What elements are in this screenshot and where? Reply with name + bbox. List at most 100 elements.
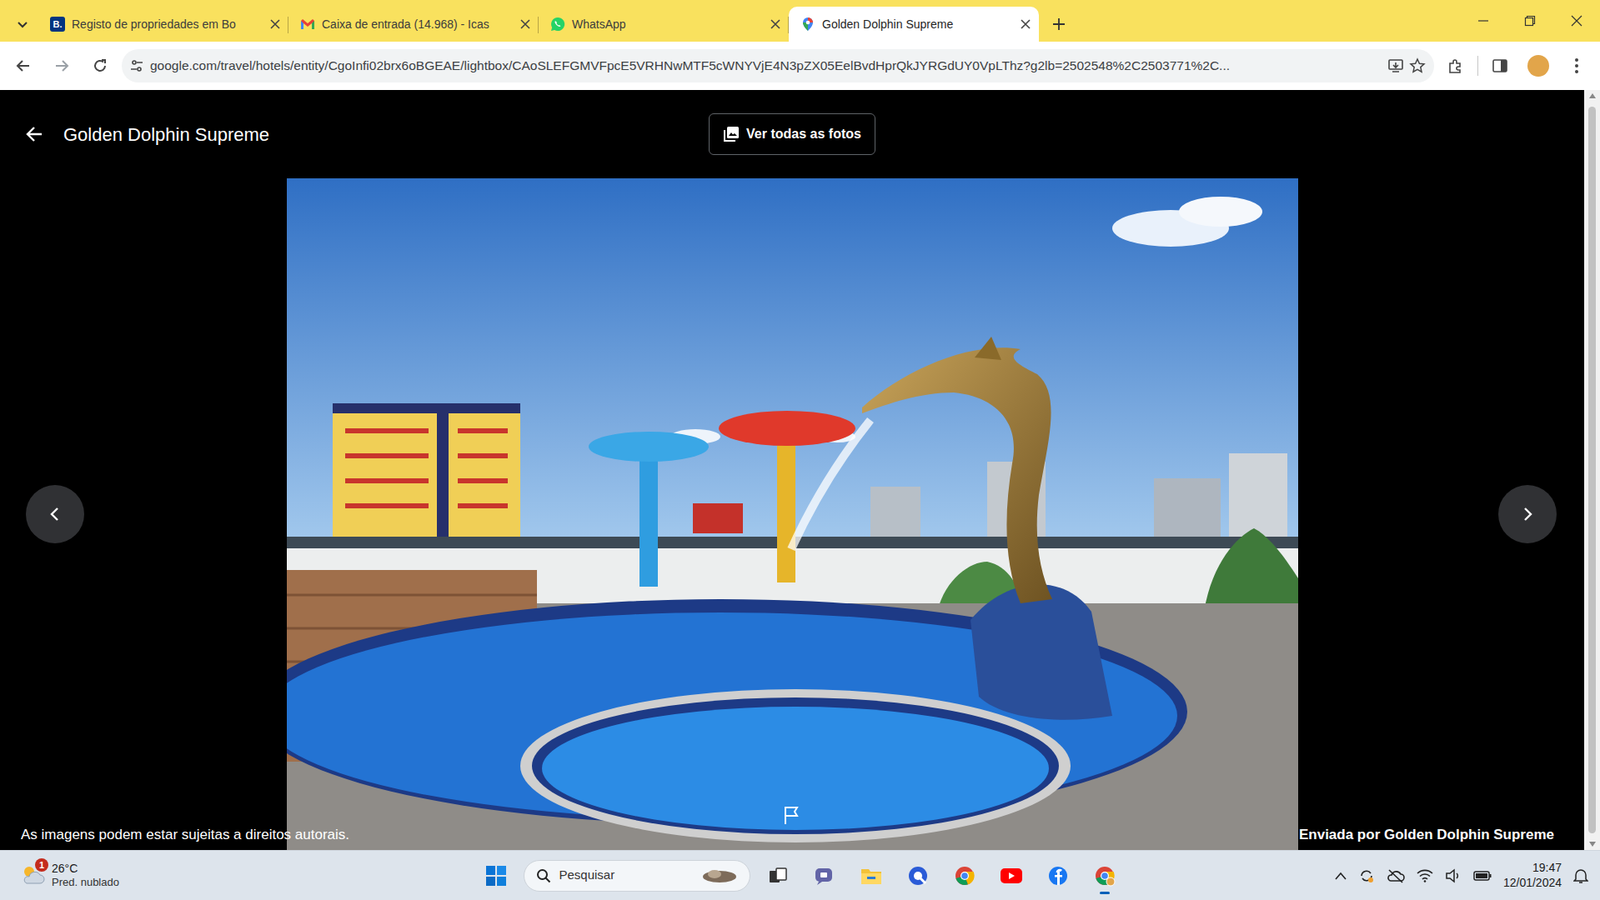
side-panel-icon [1491,57,1509,75]
search-label: Pesquisar [559,866,693,886]
clock[interactable]: 19:47 12/01/2024 [1503,861,1562,891]
next-photo-button[interactable] [1498,485,1557,544]
minimize-icon [1477,15,1490,27]
tab-strip: B.Registo de propriedades em Bo Caixa de … [0,0,1600,42]
facebook-app[interactable] [1038,857,1078,896]
search-highlight-icon [701,867,738,886]
close-icon [770,19,781,30]
minimize-button[interactable] [1459,0,1507,42]
all-photos-label: Ver todas as fotos [746,124,862,145]
photo-lightbox: Golden Dolphin Supreme Ver todas as foto… [0,90,1600,851]
clock-date: 12/01/2024 [1503,876,1562,892]
clock-time: 19:47 [1503,861,1562,877]
close-tab-button[interactable] [1020,19,1031,30]
favicon-icon [800,16,816,32]
back-button[interactable] [6,49,41,83]
show-hidden-icons-icon[interactable] [1334,872,1347,881]
chrome-running-app[interactable] [1085,857,1124,896]
scrollbar-thumb[interactable] [1588,106,1596,834]
windows-logo-icon [485,865,507,888]
folder-icon [860,867,883,886]
toolbar-divider [1477,55,1479,76]
restore-button[interactable] [1506,0,1554,42]
close-tab-button[interactable] [770,19,781,30]
close-window-button[interactable] [1553,0,1600,42]
whatsapp-icon [550,16,566,32]
arrow-left-icon [15,58,31,74]
scrollbar[interactable] [1584,90,1600,851]
browser-tab[interactable]: B.Registo de propriedades em Bo [38,6,289,42]
teams-app[interactable] [805,857,844,896]
chat-icon [813,866,836,887]
browser-tab[interactable]: WhatsApp [538,6,789,42]
volume-icon[interactable] [1444,868,1462,884]
file-explorer-app[interactable] [852,857,891,896]
forward-button[interactable] [45,49,79,83]
chevron-down-icon [16,18,29,31]
pool-photo [286,178,1299,851]
url-text[interactable]: google.com/travel/hotels/entity/CgoInfi0… [150,55,1383,76]
favicon-icon [300,16,316,32]
menu-button[interactable] [1559,49,1594,83]
profile-avatar-icon [1527,55,1550,77]
google-travel-icon [801,16,815,32]
notifications-icon[interactable] [1573,867,1589,885]
browser-toolbar: google.com/travel/hotels/entity/CgoInfi0… [0,41,1600,91]
task-view-button[interactable] [758,857,798,896]
arrow-right-icon [54,58,70,74]
star-icon[interactable] [1409,57,1426,75]
address-bar[interactable]: google.com/travel/hotels/entity/CgoInfi0… [121,49,1435,83]
browser-tab[interactable]: Golden Dolphin Supreme [788,6,1039,42]
tab-search-button[interactable] [6,6,39,42]
close-icon [270,19,281,30]
hotel-photo [286,178,1299,851]
search-icon [536,868,552,884]
chrome-icon [953,865,976,888]
new-tab-button[interactable] [1042,6,1076,42]
reload-icon [92,58,108,74]
wifi-icon[interactable] [1416,869,1434,883]
tab-label: Caixa de entrada (14.968) - Icas [321,15,514,34]
profile-button[interactable] [1521,49,1555,83]
taskbar-search[interactable]: Pesquisar [523,860,751,893]
tab-list: B.Registo de propriedades em Bo Caixa de … [38,6,1039,42]
more-vertical-icon [1574,57,1580,75]
flag-icon [782,805,802,826]
battery-icon[interactable] [1473,870,1492,883]
chrome-profile-icon [1093,865,1116,888]
install-app-icon[interactable] [1387,57,1405,75]
weather-badge: 1 [35,858,49,873]
chrome-app[interactable] [945,857,984,896]
browser-app[interactable] [898,857,938,896]
close-tab-button[interactable] [270,19,281,30]
lightbox-header: Golden Dolphin Supreme Ver todas as foto… [0,90,1585,179]
plus-icon [1052,17,1066,31]
all-photos-button[interactable]: Ver todas as fotos [708,113,876,156]
extensions-button[interactable] [1439,49,1473,83]
cloud-off-icon[interactable] [1386,868,1405,884]
close-icon [520,19,531,30]
start-button[interactable] [476,857,516,896]
scroll-up-icon [1589,93,1596,99]
favicon-icon [550,16,566,32]
arrow-left-icon [25,125,44,144]
back-button[interactable] [25,125,44,144]
report-button[interactable] [782,804,802,826]
sync-icon[interactable] [1358,867,1375,885]
photo-credit: Enviada por Golden Dolphin Supreme [1299,824,1555,847]
youtube-app[interactable] [992,857,1031,896]
reload-button[interactable] [83,49,117,83]
weather-widget[interactable]: 1 26°C Pred. nublado [0,862,477,889]
side-panel-button[interactable] [1483,49,1517,83]
chevron-left-icon [47,506,63,522]
weather-description: Pred. nublado [51,876,120,890]
chevron-right-icon [1519,506,1535,522]
close-icon [1020,19,1031,30]
previous-photo-button[interactable] [25,485,85,544]
scroll-down-icon [1589,842,1596,848]
browser-tab[interactable]: Caixa de entrada (14.968) - Icas [288,6,539,42]
hotel-title: Golden Dolphin Supreme [63,120,270,149]
close-tab-button[interactable] [520,19,531,30]
weather-temperature: 26°C [51,862,120,877]
app-icon [907,865,929,888]
